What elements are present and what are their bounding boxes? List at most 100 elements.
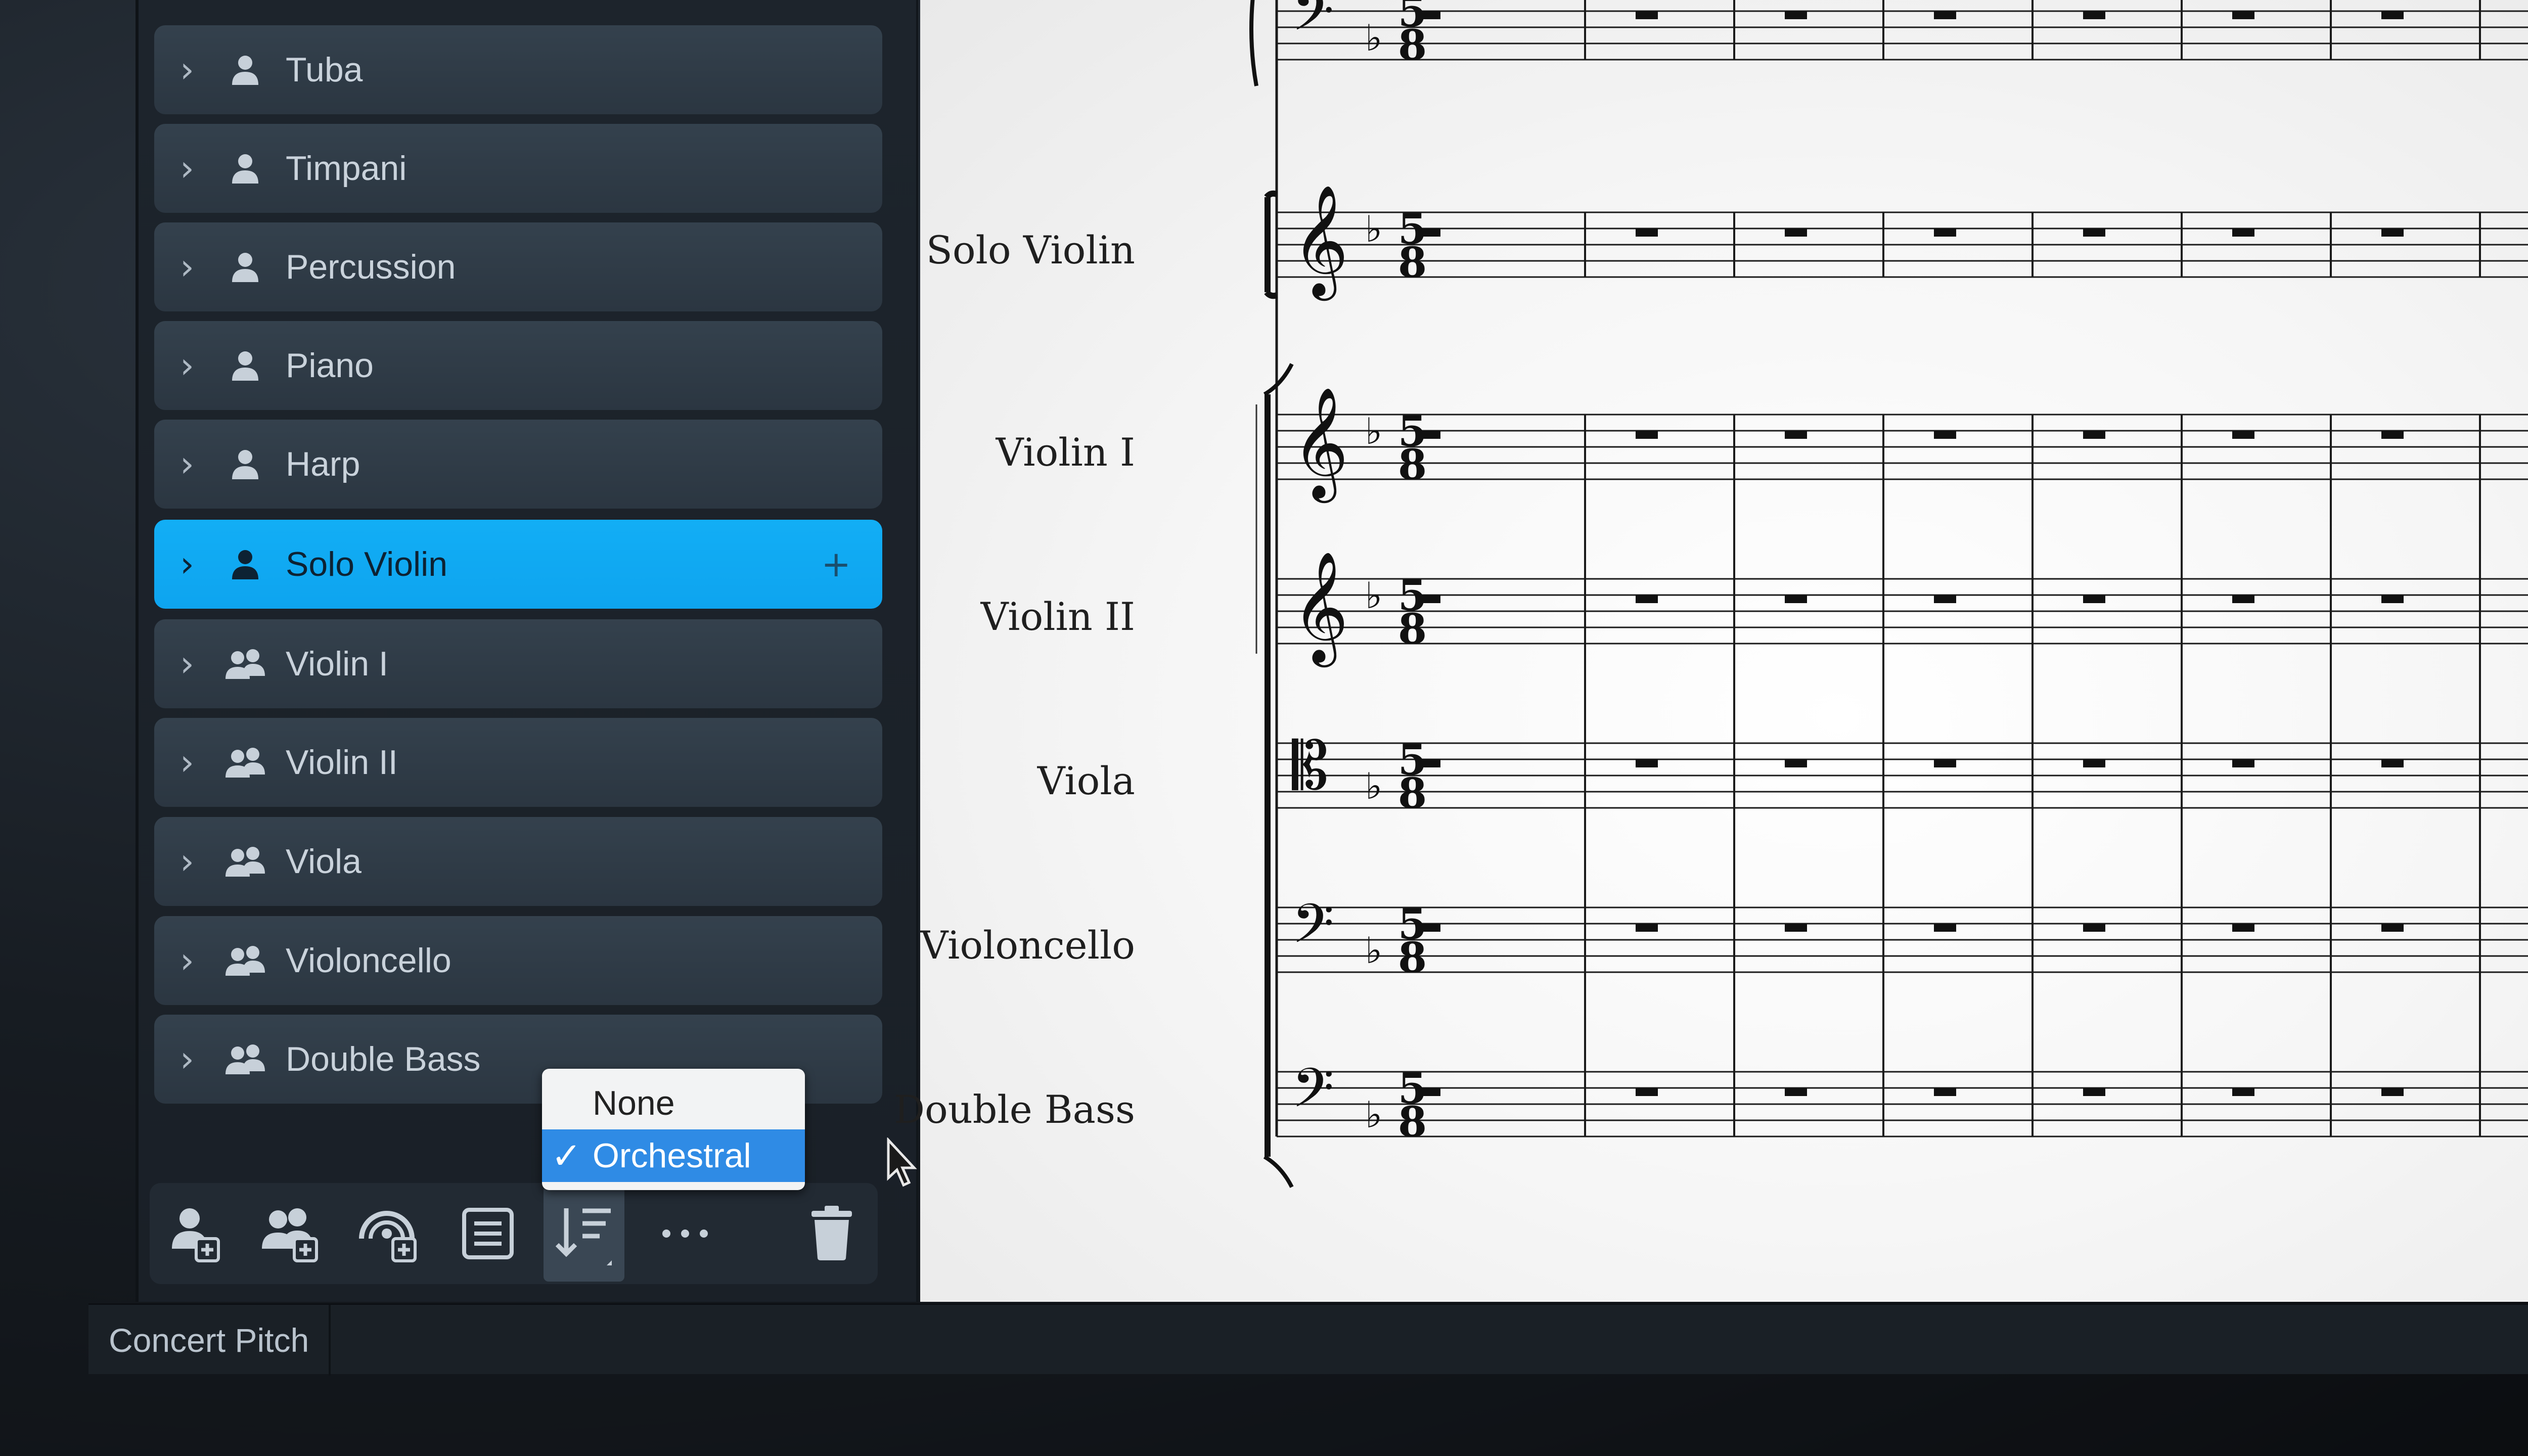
section-player-icon xyxy=(220,1034,270,1084)
time-signature-bottom: 8 xyxy=(1398,934,1427,982)
score-canvas: 𝄢 ♭58𝄞 ♭ 58𝄞 ♭ 58𝄞 ♭ 58𝄡 ♭58𝄢 ♭58𝄢 ♭58 xyxy=(1249,0,2528,1188)
whole-rest xyxy=(1934,431,1956,439)
treble-clef-icon: 𝄞 xyxy=(1292,184,1348,301)
staff-label: Double Bass xyxy=(894,1087,1135,1132)
alto-clef-icon: 𝄡 xyxy=(1292,727,1329,804)
whole-rest xyxy=(2232,229,2254,237)
player-name: Viola xyxy=(286,842,362,881)
player-card[interactable]: › Piano xyxy=(154,321,882,410)
single-player-icon xyxy=(220,143,270,194)
whole-rest xyxy=(1418,431,1440,439)
whole-rest xyxy=(2381,431,2404,439)
chevron-right-icon[interactable]: › xyxy=(154,1038,220,1080)
player-name: Solo Violin xyxy=(286,545,448,583)
key-signature: ♭ xyxy=(1365,410,1382,452)
whole-rest xyxy=(1934,595,1956,603)
add-single-player-button[interactable] xyxy=(154,1198,235,1269)
treble-clef-icon: 𝄞 xyxy=(1292,551,1348,667)
whole-rest xyxy=(2232,431,2254,439)
sort-button[interactable] xyxy=(544,1186,624,1282)
player-card[interactable]: › Viola xyxy=(154,817,882,906)
time-signature-bottom: 8 xyxy=(1398,1098,1427,1147)
more-options-button[interactable] xyxy=(645,1198,726,1269)
add-section-player-button[interactable] xyxy=(250,1198,331,1269)
staff-label: Solo Violin xyxy=(926,228,1135,272)
player-card[interactable]: › Violin II xyxy=(154,718,882,807)
player-name: Double Bass xyxy=(286,1040,481,1078)
whole-rest xyxy=(1636,229,1658,237)
player-name: Tuba xyxy=(286,51,363,89)
panel-edge xyxy=(136,0,139,1302)
whole-rest xyxy=(1785,759,1807,767)
whole-rest xyxy=(1785,431,1807,439)
concert-pitch-toggle[interactable]: Concert Pitch xyxy=(109,1305,309,1376)
option-label: Orchestral xyxy=(593,1136,751,1175)
whole-rest xyxy=(2381,759,2404,767)
player-name: Violoncello xyxy=(286,941,452,980)
whole-rest xyxy=(1934,229,1956,237)
section-player-icon xyxy=(220,836,270,887)
staff-label: Violin I xyxy=(996,430,1135,475)
key-signature: ♭ xyxy=(1365,208,1382,250)
whole-rest xyxy=(2381,229,2404,237)
chevron-right-icon[interactable]: › xyxy=(154,49,220,90)
player-card[interactable]: › Timpani xyxy=(154,124,882,213)
player-name: Timpani xyxy=(286,149,407,188)
player-card[interactable]: › Tuba xyxy=(154,25,882,114)
player-card[interactable]: › Solo Violin + xyxy=(154,520,882,609)
top-brace xyxy=(1249,0,1258,86)
chevron-right-icon[interactable]: › xyxy=(154,643,220,685)
list-icon xyxy=(462,1208,514,1259)
whole-rest xyxy=(2381,595,2404,603)
sort-option-none[interactable]: None xyxy=(542,1077,805,1129)
key-signature: ♭ xyxy=(1365,765,1382,807)
whole-rest xyxy=(1418,229,1440,237)
player-card[interactable]: › Violoncello xyxy=(154,916,882,1005)
player-name: Violin I xyxy=(286,645,388,683)
whole-rest xyxy=(1934,924,1956,932)
whole-rest xyxy=(2232,759,2254,767)
add-ensemble-icon xyxy=(359,1211,417,1262)
whole-rest xyxy=(1636,759,1658,767)
add-section-player-icon xyxy=(262,1208,318,1262)
list-button[interactable] xyxy=(447,1198,528,1269)
player-name: Piano xyxy=(286,346,374,385)
player-card[interactable]: › Harp xyxy=(154,420,882,509)
option-label: None xyxy=(593,1084,675,1122)
chevron-right-icon[interactable]: › xyxy=(154,543,220,585)
chevron-right-icon[interactable]: › xyxy=(154,841,220,882)
whole-rest xyxy=(2083,759,2105,767)
add-ensemble-button[interactable] xyxy=(349,1198,430,1269)
trash-icon xyxy=(811,1206,852,1260)
staff-label: Violoncello xyxy=(920,923,1135,968)
more-options-icon xyxy=(662,1230,708,1238)
whole-rest xyxy=(1785,229,1807,237)
add-instrument-button[interactable]: + xyxy=(821,543,851,585)
delete-button[interactable] xyxy=(791,1198,872,1269)
player-card[interactable]: › Violin I xyxy=(154,619,882,708)
add-single-player-icon xyxy=(172,1208,220,1262)
checkmark-icon: ✓ xyxy=(551,1134,582,1177)
sort-option-orchestral[interactable]: ✓ Orchestral xyxy=(542,1129,805,1182)
whole-rest xyxy=(1418,1088,1440,1096)
single-player-icon xyxy=(220,539,270,589)
collapse-panel-button[interactable] xyxy=(2523,1320,2528,1360)
whole-rest xyxy=(1934,759,1956,767)
section-player-icon xyxy=(220,639,270,689)
whole-rest xyxy=(1418,924,1440,932)
chevron-right-icon[interactable]: › xyxy=(154,148,220,189)
whole-rest xyxy=(1418,11,1440,19)
player-card[interactable]: › Percussion xyxy=(154,222,882,311)
chevron-right-icon[interactable]: › xyxy=(154,345,220,386)
chevron-right-icon[interactable]: › xyxy=(154,246,220,288)
whole-rest xyxy=(2083,11,2105,19)
mouse-cursor-icon xyxy=(887,1138,917,1187)
chevron-right-icon[interactable]: › xyxy=(154,940,220,981)
bracket-bottom-hook xyxy=(1263,1155,1294,1188)
bass-clef-icon: 𝄢 xyxy=(1292,892,1334,969)
chevron-right-icon[interactable]: › xyxy=(154,742,220,783)
whole-rest xyxy=(1934,11,1956,19)
chevron-right-icon[interactable]: › xyxy=(154,443,220,485)
treble-clef-icon: 𝄞 xyxy=(1292,386,1348,503)
whole-rest xyxy=(1636,431,1658,439)
